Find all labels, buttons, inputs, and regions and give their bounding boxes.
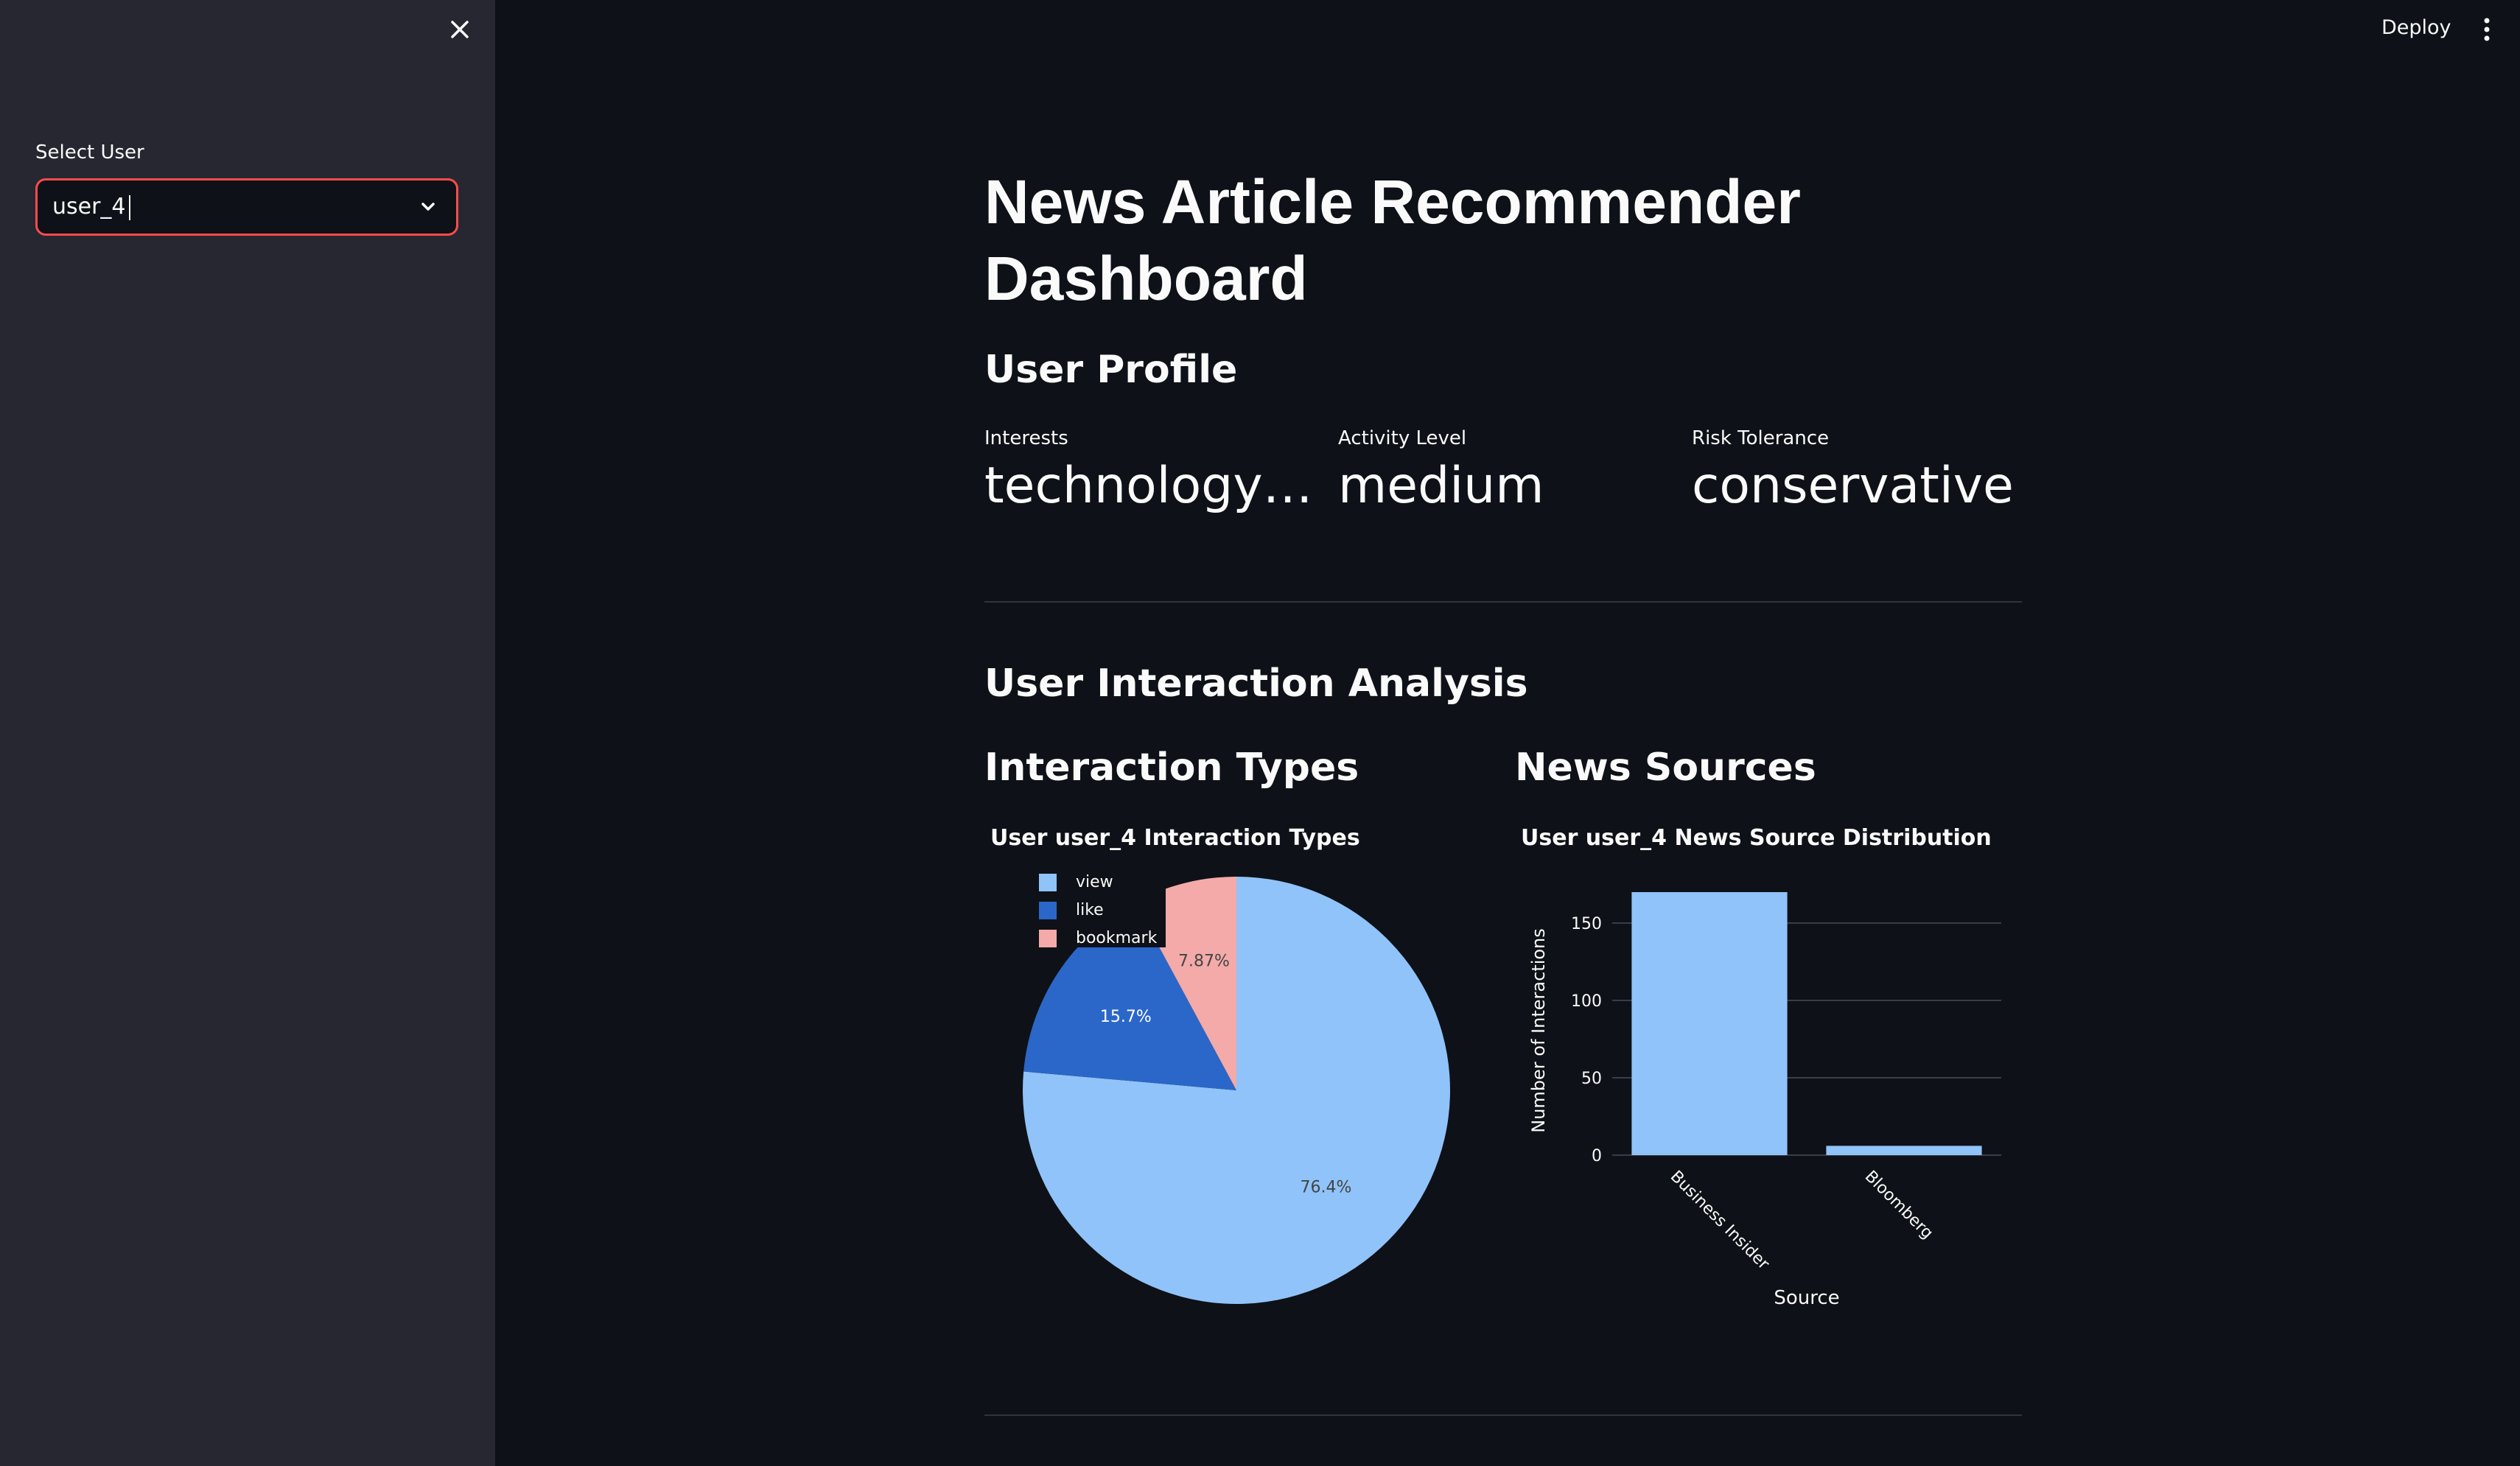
pie-chart-title: User user_4 Interaction Types — [990, 825, 1360, 851]
user-select-value: user_4 — [52, 180, 130, 234]
x-axis-label: Source — [1774, 1287, 1839, 1309]
y-tick-label: 150 — [1571, 915, 1602, 933]
user-profile-heading: User Profile — [984, 348, 1238, 392]
legend-swatch-bookmark[interactable] — [1039, 930, 1057, 947]
chevron-down-icon — [421, 203, 435, 211]
legend-item-view[interactable]: view — [1076, 873, 1113, 891]
metric-value: conservative — [1692, 457, 2014, 515]
divider — [984, 601, 2022, 603]
bar[interactable] — [1826, 1146, 1982, 1155]
pie-slice-label: 76.4% — [1300, 1179, 1351, 1197]
metric-value: medium — [1338, 457, 1544, 515]
y-tick-label: 50 — [1581, 1070, 1602, 1088]
interaction-analysis-heading: User Interaction Analysis — [984, 662, 1528, 706]
close-sidebar-button[interactable] — [445, 15, 475, 44]
legend-swatch-like[interactable] — [1039, 902, 1057, 919]
user-select[interactable]: user_4 — [35, 178, 458, 236]
legend-item-bookmark[interactable]: bookmark — [1076, 929, 1158, 947]
select-user-label: Select User — [35, 141, 144, 164]
sidebar: Select User user_4 — [0, 0, 495, 1466]
y-axis-label: Number of Interactions — [1528, 928, 1549, 1133]
news-sources-heading: News Sources — [1515, 746, 1816, 790]
legend-swatch-view[interactable] — [1039, 874, 1057, 891]
x-tick-label: Bloomberg — [1861, 1168, 1936, 1243]
metric-value: technology,r… — [984, 457, 1323, 515]
main-menu-button[interactable] — [2476, 13, 2498, 46]
y-tick-label: 0 — [1592, 1147, 1602, 1165]
close-icon — [451, 21, 469, 38]
bar-chart-title: User user_4 News Source Distribution — [1521, 825, 1992, 851]
metric-label: Activity Level — [1338, 427, 1467, 449]
metric-risk-tolerance: Risk Tolerance conservative — [1692, 427, 2031, 515]
page-title: News Article Recommender Dashboard — [984, 167, 1801, 313]
metric-label: Risk Tolerance — [1692, 427, 1830, 449]
interaction-types-heading: Interaction Types — [984, 746, 1359, 790]
news-sources-bar-chart[interactable]: 0 50 100 150 Business Insider Bloomberg Source… — [1515, 862, 2022, 1319]
y-tick-label: 100 — [1571, 992, 1602, 1011]
metric-label: Interests — [984, 427, 1068, 449]
bar[interactable] — [1631, 892, 1788, 1155]
pie-slice-label: 7.87% — [1178, 953, 1230, 971]
pie-legend: view like bookmark — [1033, 862, 1166, 947]
more-vertical-icon — [2484, 18, 2490, 41]
metric-activity-level: Activity Level medium — [1338, 427, 1677, 515]
legend-item-like[interactable]: like — [1076, 901, 1104, 919]
deploy-button[interactable]: Deploy — [2374, 13, 2459, 42]
metric-interests: Interests technology,r… — [984, 427, 1323, 515]
divider — [984, 1414, 2022, 1416]
x-tick-label: Business Insider — [1667, 1168, 1774, 1274]
pie-slice-label: 15.7% — [1100, 1008, 1152, 1026]
interaction-types-pie-chart[interactable]: 76.4% 15.7% 7.87% view like bookmark — [984, 862, 1500, 1319]
